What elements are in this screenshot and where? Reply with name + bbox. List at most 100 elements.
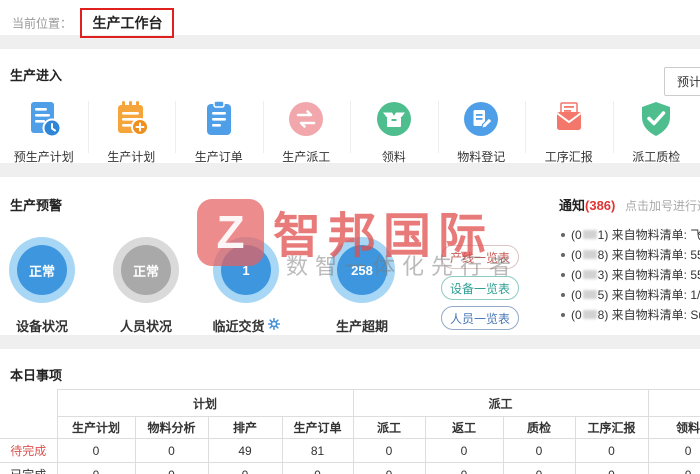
table-cell-link[interactable]: 0 [57, 439, 135, 463]
entry-item-production-dispatch[interactable]: 生产派工 [263, 99, 351, 165]
section-divider [0, 163, 700, 177]
notification-item[interactable]: (01) 来自物料清单: 飞 [559, 225, 700, 245]
personnel-list-button[interactable]: 人员一览表 [441, 306, 519, 330]
column-header: 排产 [208, 417, 282, 439]
dispatch-qc-icon [636, 126, 676, 143]
table-cell-link[interactable]: 0 [575, 463, 648, 474]
entry-item-production-plan[interactable]: 生产计划 [88, 99, 176, 165]
row-label-completed: 已完成 [0, 463, 57, 474]
entry-item-label: 工序汇报 [525, 148, 613, 165]
equipment-list-button[interactable]: 设备一览表 [441, 276, 519, 300]
notification-item[interactable]: (08) 来自物料清单: 55 [559, 245, 700, 265]
table-cell-link[interactable]: 0 [208, 463, 282, 474]
entry-item-process-report[interactable]: 工序汇报 [525, 99, 613, 165]
column-header: 质检 [503, 417, 575, 439]
column-header: 生产计划 [57, 417, 135, 439]
bullet-icon [561, 253, 565, 257]
column-header: 返工 [425, 417, 503, 439]
entry-item-label: 物料登记 [438, 148, 526, 165]
notification-hint: 点击加号进行通知 [625, 199, 700, 213]
table-cell-link[interactable]: 0 [57, 463, 135, 474]
group-header-dispatch: 派工 [353, 390, 648, 417]
table-cell-link[interactable]: 0 [503, 439, 575, 463]
breadcrumb: 当前位置： 生产工作台 [0, 0, 700, 35]
column-header: 领料 [648, 417, 700, 439]
table-cell-link[interactable]: 0 [353, 463, 425, 474]
entry-item-dispatch-qc[interactable]: 派工质检 [613, 99, 700, 165]
entry-icon-row: 预生产计划 生产计划 生产订单 生产派工 [0, 99, 700, 165]
production-plan-icon [111, 126, 151, 143]
notification-item[interactable]: (08) 来自物料清单: Su [559, 305, 700, 325]
column-header: 物料分析 [135, 417, 208, 439]
stat-equipment-status[interactable]: 正常 设备状况 [0, 237, 88, 335]
notification-list: (01) 来自物料清单: 飞 (08) 来自物料清单: 55 (03) 来自物料… [559, 225, 700, 325]
stat-personnel-status[interactable]: 正常 人员状况 [100, 237, 192, 335]
stat-near-delivery[interactable]: 1 临近交货 [200, 237, 292, 335]
table-cell-link[interactable]: 0 [425, 439, 503, 463]
status-circle: 正常 [113, 237, 179, 303]
column-header: 生产订单 [282, 417, 353, 439]
entry-item-material-register[interactable]: 物料登记 [438, 99, 526, 165]
redacted-text [583, 230, 597, 239]
table-cell-link[interactable]: 49 [208, 439, 282, 463]
table-cell-link[interactable]: 0 [135, 439, 208, 463]
stat-label: 临近交货 [212, 316, 264, 335]
entry-item-label: 领料 [350, 148, 438, 165]
entry-item-label: 预生产计划 [0, 148, 88, 165]
table-column-header-row: 生产计划 物料分析 排产 生产订单 派工 返工 质检 工序汇报 领料 [0, 417, 700, 439]
pre-production-plan-icon [24, 126, 64, 143]
redacted-text [583, 250, 597, 259]
status-circle: 258 [329, 237, 395, 303]
entry-item-pre-production-plan[interactable]: 预生产计划 [0, 99, 88, 165]
table-group-header-row: 计划 派工 [0, 390, 700, 417]
entry-item-label: 生产计划 [88, 148, 176, 165]
material-requisition-icon [374, 126, 414, 143]
material-register-icon [461, 126, 501, 143]
table-cell-link[interactable]: 0 [503, 463, 575, 474]
stat-label: 生产超期 [336, 316, 388, 335]
notification-panel: 通知(386) 点击加号进行通知 (01) 来自物料清单: 飞 (08) 来自物… [559, 195, 700, 325]
table-cell-link[interactable]: 0 [353, 439, 425, 463]
table-cell-link[interactable]: 0 [648, 463, 700, 474]
table-cell-link[interactable]: 0 [575, 439, 648, 463]
production-dispatch-icon [286, 126, 326, 143]
section-title-warning: 生产预警 [10, 195, 62, 214]
bullet-icon [561, 313, 565, 317]
notification-item[interactable]: (05) 来自物料清单: 1/ [559, 285, 700, 305]
production-workbench-page: 当前位置： 生产工作台 生产进入 预计划 预生产计划 生产计划 [0, 0, 700, 474]
status-value: 258 [337, 245, 387, 295]
entry-item-label: 派工质检 [613, 148, 700, 165]
section-divider [0, 335, 700, 349]
table-cell-link[interactable]: 0 [282, 463, 353, 474]
notification-title: 通知 [559, 198, 585, 213]
gear-icon[interactable] [268, 318, 280, 333]
stat-label: 设备状况 [16, 316, 68, 335]
table-row-pending: 待完成 0 0 49 81 0 0 0 0 0 [0, 439, 700, 463]
notification-count: (386) [585, 198, 615, 213]
stat-production-overdue[interactable]: 258 生产超期 [316, 237, 408, 335]
notification-header: 通知(386) 点击加号进行通知 [559, 195, 700, 214]
production-line-list-button[interactable]: 产线一览表 [441, 245, 519, 269]
group-header-material [648, 390, 700, 417]
status-value: 正常 [17, 245, 67, 295]
production-order-icon [199, 126, 239, 143]
redacted-text [583, 270, 597, 279]
section-today-items: 本日事项 计划 派工 生产计划 物料分析 排产 生产订单 派工 返工 质检 工序… [0, 349, 700, 474]
bullet-icon [561, 233, 565, 237]
today-items-table: 计划 派工 生产计划 物料分析 排产 生产订单 派工 返工 质检 工序汇报 领料… [0, 389, 700, 474]
entry-item-material-requisition[interactable]: 领料 [350, 99, 438, 165]
column-header: 派工 [353, 417, 425, 439]
table-cell: 81 [282, 439, 353, 463]
entry-item-production-order[interactable]: 生产订单 [175, 99, 263, 165]
bullet-icon [561, 273, 565, 277]
table-cell-link[interactable]: 0 [425, 463, 503, 474]
preplan-button[interactable]: 预计划 [664, 67, 700, 96]
notification-item[interactable]: (03) 来自物料清单: 55 [559, 265, 700, 285]
row-label-pending: 待完成 [0, 439, 57, 463]
table-cell-link[interactable]: 0 [135, 463, 208, 474]
bullet-icon [561, 293, 565, 297]
status-circle: 1 [213, 237, 279, 303]
status-value: 正常 [121, 245, 171, 295]
table-cell-link[interactable]: 0 [648, 439, 700, 463]
process-report-icon [549, 126, 589, 143]
